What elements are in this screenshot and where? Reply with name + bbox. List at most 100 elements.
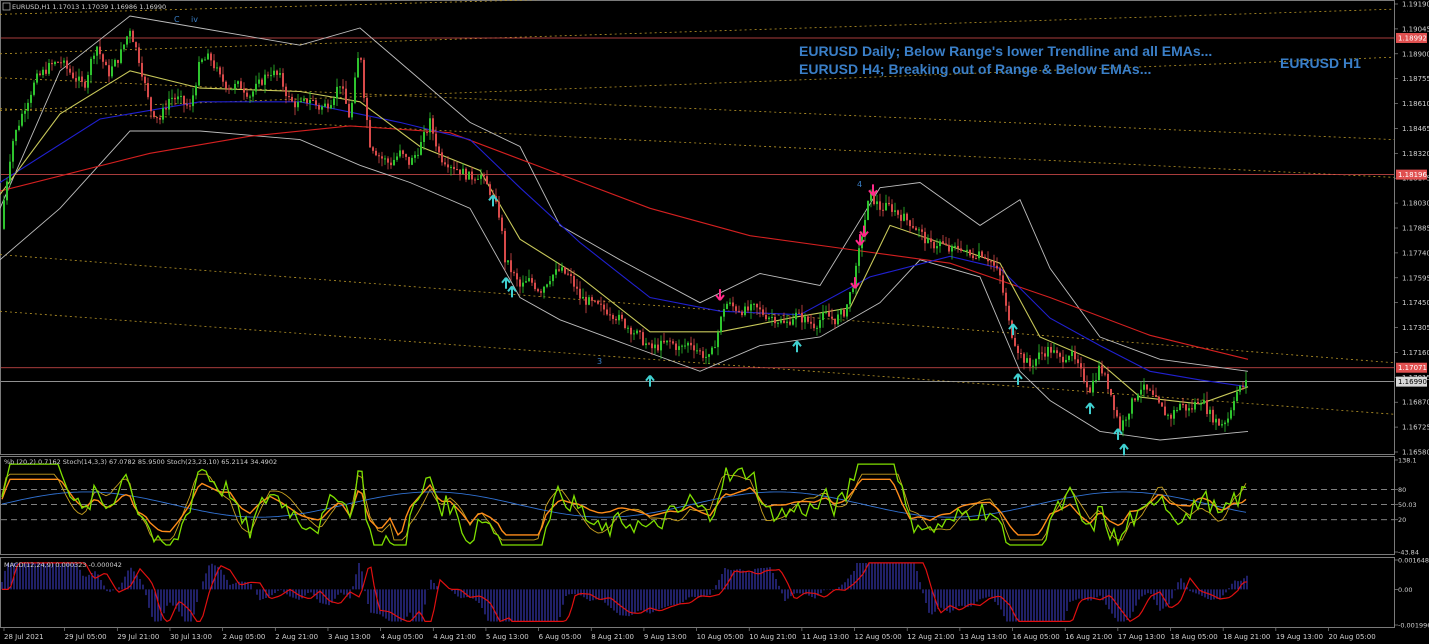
candle-body	[513, 272, 515, 274]
candle-body	[267, 74, 269, 76]
candle-body	[894, 210, 896, 212]
candle-body	[879, 201, 881, 210]
candle-body	[219, 67, 221, 75]
candle-body	[1023, 353, 1025, 363]
candle-body	[927, 238, 929, 244]
candle-body	[1125, 419, 1127, 421]
candle-body	[1002, 275, 1004, 293]
candle-body	[771, 316, 773, 318]
candle-body	[165, 108, 167, 110]
candle-body	[852, 288, 854, 293]
main-pane[interactable]	[0, 0, 1395, 455]
candle-body	[411, 157, 413, 165]
candle-body	[1137, 394, 1139, 401]
candle-body	[87, 75, 89, 88]
candle-body	[1050, 346, 1052, 353]
price-level-label: 1.17071	[1398, 364, 1427, 372]
candle-body	[720, 316, 722, 333]
candle-body	[435, 133, 437, 147]
candle-body	[1161, 402, 1163, 407]
candle-body	[441, 152, 443, 163]
price-tick-label: 1.18755	[1402, 75, 1429, 83]
price-level-label: 1.18992	[1398, 34, 1427, 42]
candle-body	[123, 44, 125, 50]
candle-body	[210, 53, 212, 61]
candle-body	[1113, 395, 1115, 411]
candle-body	[6, 181, 8, 201]
price-tick-label: 1.18900	[1402, 50, 1429, 58]
candle-body	[45, 69, 47, 74]
candle-body	[351, 102, 353, 118]
candle-body	[588, 297, 590, 305]
candle-body	[516, 273, 518, 280]
candle-body	[669, 340, 671, 342]
price-level-label: 1.16990	[1398, 378, 1427, 386]
candle-body	[333, 98, 335, 106]
time-tick-label: 29 Jul 21:00	[117, 633, 159, 641]
candle-body	[765, 314, 767, 320]
candle-body	[354, 77, 356, 103]
candle-body	[1218, 418, 1220, 426]
candle-body	[654, 344, 656, 349]
candle-body	[24, 110, 26, 114]
candle-body	[480, 174, 482, 179]
candle-body	[543, 286, 545, 293]
candle-body	[1032, 365, 1034, 367]
candle-body	[804, 316, 806, 323]
wave-label-c: C	[174, 15, 180, 24]
candle-body	[453, 166, 455, 170]
candle-body	[990, 261, 992, 263]
candle-body	[252, 91, 254, 97]
candle-body	[156, 117, 158, 119]
candle-body	[963, 250, 965, 252]
candle-body	[198, 61, 200, 86]
price-tick-label: 1.18465	[1402, 125, 1429, 133]
time-axis: 28 Jul 2021 29 Jul 05:00 29 Jul 21:00 30 Ju…	[3, 628, 1376, 641]
osc-tick-label: 80	[1398, 486, 1406, 494]
macd-title: MACD(12,24,9) 0.000323 -0.000042	[4, 561, 122, 569]
price-level-label: 1.18196	[1398, 171, 1427, 179]
candle-body	[1116, 410, 1118, 417]
candle-body	[237, 81, 239, 84]
candle-body	[420, 141, 422, 155]
candle-body	[957, 245, 959, 249]
candle-body	[57, 61, 59, 63]
candle-body	[525, 281, 527, 283]
candle-body	[468, 171, 470, 180]
osc-tick-label: 138.1	[1398, 457, 1417, 465]
price-tick-label: 1.16725	[1402, 424, 1429, 432]
candle-body	[939, 241, 941, 247]
candle-body	[372, 147, 374, 151]
candle-body	[846, 304, 848, 317]
time-tick-label: 2 Aug 21:00	[275, 633, 318, 641]
candle-body	[243, 88, 245, 93]
candle-body	[534, 282, 536, 290]
candle-body	[573, 276, 575, 287]
candle-body	[366, 97, 368, 121]
time-tick-label: 10 Aug 05:00	[697, 633, 744, 641]
candle-body	[747, 306, 749, 311]
candle-body	[105, 61, 107, 66]
candle-body	[282, 73, 284, 87]
candle-body	[1086, 381, 1088, 388]
annotation-daily: EURUSD Daily; Below Range's lower Trendl…	[799, 43, 1212, 59]
candle-body	[369, 120, 371, 148]
time-tick-label: 18 Aug 21:00	[1223, 633, 1270, 641]
candle-body	[1191, 408, 1193, 410]
candle-body	[741, 311, 743, 316]
candle-body	[762, 309, 764, 315]
candle-body	[1236, 391, 1238, 402]
candle-body	[303, 98, 305, 101]
candle-body	[633, 333, 635, 335]
candle-body	[981, 251, 983, 257]
candle-body	[579, 288, 581, 299]
candle-body	[396, 156, 398, 160]
candle-body	[1110, 388, 1112, 396]
candle-body	[756, 303, 758, 308]
price-tick-label: 1.17305	[1402, 324, 1429, 332]
time-tick-label: 9 Aug 13:00	[644, 633, 687, 641]
time-tick-label: 2 Aug 05:00	[223, 633, 266, 641]
candle-body	[714, 347, 716, 349]
candle-body	[507, 260, 509, 263]
candle-body	[288, 96, 290, 98]
